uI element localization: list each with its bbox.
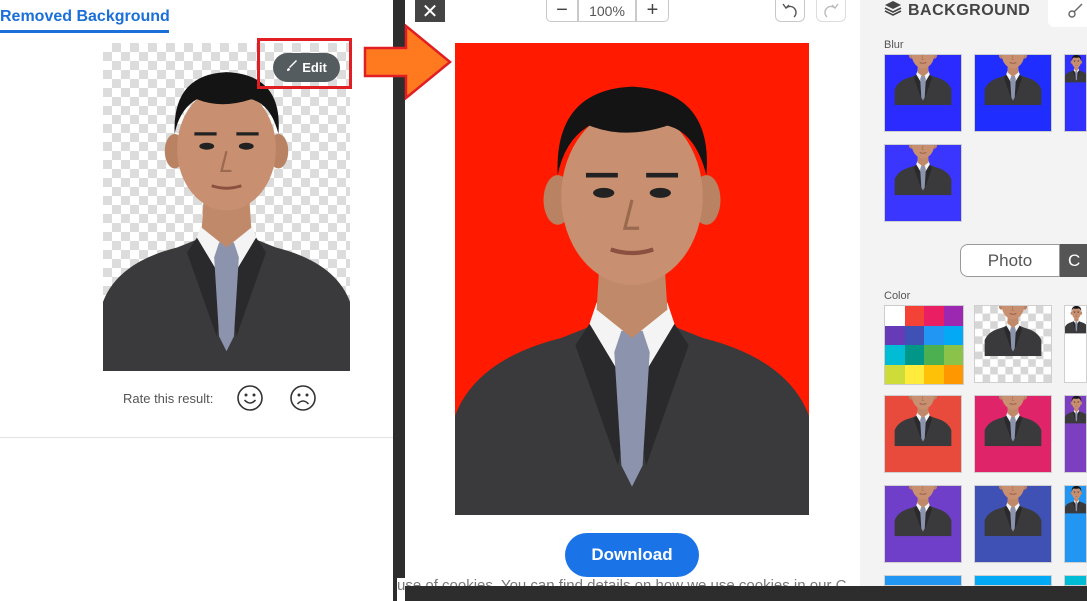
bottom-shade: [405, 586, 1087, 601]
tab-background-label: BACKGROUND: [908, 1, 1031, 19]
color-thumb[interactable]: [884, 575, 962, 586]
palette-swatch: [904, 345, 924, 365]
transparent-thumb[interactable]: [974, 305, 1052, 383]
color-thumb[interactable]: [974, 575, 1052, 586]
divider: [0, 437, 393, 438]
toggle-photo[interactable]: Photo: [960, 244, 1060, 277]
color-thumb-blue[interactable]: [1064, 485, 1087, 563]
smile-icon[interactable]: [236, 384, 264, 412]
zoom-out-button[interactable]: −: [546, 0, 578, 22]
color-thumb-pink[interactable]: [974, 395, 1052, 473]
close-button[interactable]: ✕: [415, 0, 445, 23]
layers-icon: [884, 0, 902, 21]
palette-swatch: [904, 306, 924, 326]
blur-thumb[interactable]: [884, 54, 962, 132]
palette-swatch: [924, 364, 944, 384]
tab-background[interactable]: BACKGROUND: [884, 0, 1030, 21]
palette-swatch: [885, 306, 905, 326]
blur-label: Blur: [884, 39, 904, 51]
palette-swatch: [924, 345, 944, 365]
rate-label: Rate this result:: [123, 391, 214, 406]
orange-arrow-icon: [362, 23, 452, 101]
undo-icon[interactable]: [775, 0, 805, 22]
transparent-preview: [103, 43, 350, 371]
blur-thumb[interactable]: [974, 54, 1052, 132]
palette-swatch: [943, 306, 963, 326]
palette-swatch: [943, 364, 963, 384]
color-thumb-red[interactable]: [884, 395, 962, 473]
palette-swatch: [924, 306, 944, 326]
brush-icon[interactable]: [1048, 0, 1087, 27]
palette-swatch: [924, 325, 944, 345]
redo-icon[interactable]: [816, 0, 846, 22]
color-palette-thumb[interactable]: [884, 305, 964, 385]
palette-swatch: [885, 345, 905, 365]
color-label: Color: [884, 290, 911, 302]
palette-swatch: [885, 325, 905, 345]
active-tab-underline: [0, 30, 169, 33]
color-thumb[interactable]: [1064, 575, 1087, 586]
palette-swatch: [904, 364, 924, 384]
palette-swatch: [943, 345, 963, 365]
edit-button[interactable]: Edit: [273, 53, 340, 82]
blur-thumb[interactable]: [884, 144, 962, 222]
zoom-in-button[interactable]: +: [636, 0, 669, 22]
color-thumb-indigo[interactable]: [974, 485, 1052, 563]
zoom-level: 100%: [578, 0, 636, 22]
brush-icon: [286, 60, 298, 75]
tab-removed-background[interactable]: Removed Background: [0, 8, 170, 26]
palette-swatch: [943, 325, 963, 345]
person-cutout: [103, 43, 350, 371]
edit-label: Edit: [302, 60, 327, 75]
frown-icon[interactable]: [289, 384, 317, 412]
palette-swatch: [885, 364, 905, 384]
edited-photo: [455, 43, 809, 515]
download-button[interactable]: Download: [565, 533, 699, 577]
color-thumb-violet[interactable]: [884, 485, 962, 563]
toggle-color[interactable]: C: [1060, 244, 1087, 277]
blur-thumb[interactable]: [1064, 54, 1087, 132]
color-thumb-purple[interactable]: [1064, 395, 1087, 473]
white-thumb[interactable]: [1064, 305, 1087, 383]
palette-swatch: [904, 325, 924, 345]
